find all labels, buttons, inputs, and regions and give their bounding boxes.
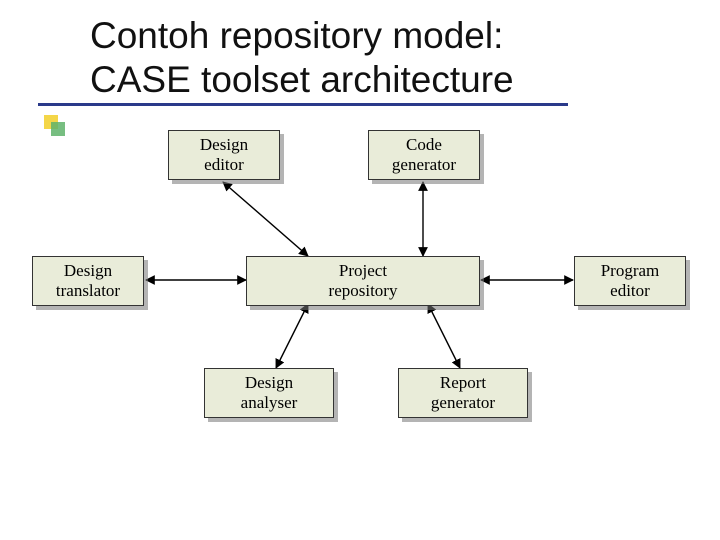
- slide-title-block: Contoh repository model: CASE toolset ar…: [0, 14, 720, 101]
- title-underline: [38, 103, 568, 106]
- slide: Contoh repository model: CASE toolset ar…: [0, 0, 720, 540]
- node-project-repository: Projectrepository: [246, 256, 480, 306]
- title-line-1: Contoh repository model:: [90, 15, 503, 56]
- title-line-2: CASE toolset architecture: [90, 59, 514, 100]
- node-report-generator: Reportgenerator: [398, 368, 528, 418]
- node-design-translator: Designtranslator: [32, 256, 144, 306]
- node-code-generator: Codegenerator: [368, 130, 480, 180]
- node-label: Programeditor: [601, 261, 660, 300]
- slide-title: Contoh repository model: CASE toolset ar…: [90, 14, 720, 101]
- node-label: Reportgenerator: [431, 373, 495, 412]
- node-program-editor: Programeditor: [574, 256, 686, 306]
- node-label: Projectrepository: [329, 261, 398, 300]
- node-label: Designeditor: [200, 135, 248, 174]
- node-label: Designanalyser: [241, 373, 298, 412]
- node-label: Codegenerator: [392, 135, 456, 174]
- node-design-analyser: Designanalyser: [204, 368, 334, 418]
- architecture-diagram: Designeditor Codegenerator Designtransla…: [28, 128, 700, 438]
- node-design-editor: Designeditor: [168, 130, 280, 180]
- node-label: Designtranslator: [56, 261, 120, 300]
